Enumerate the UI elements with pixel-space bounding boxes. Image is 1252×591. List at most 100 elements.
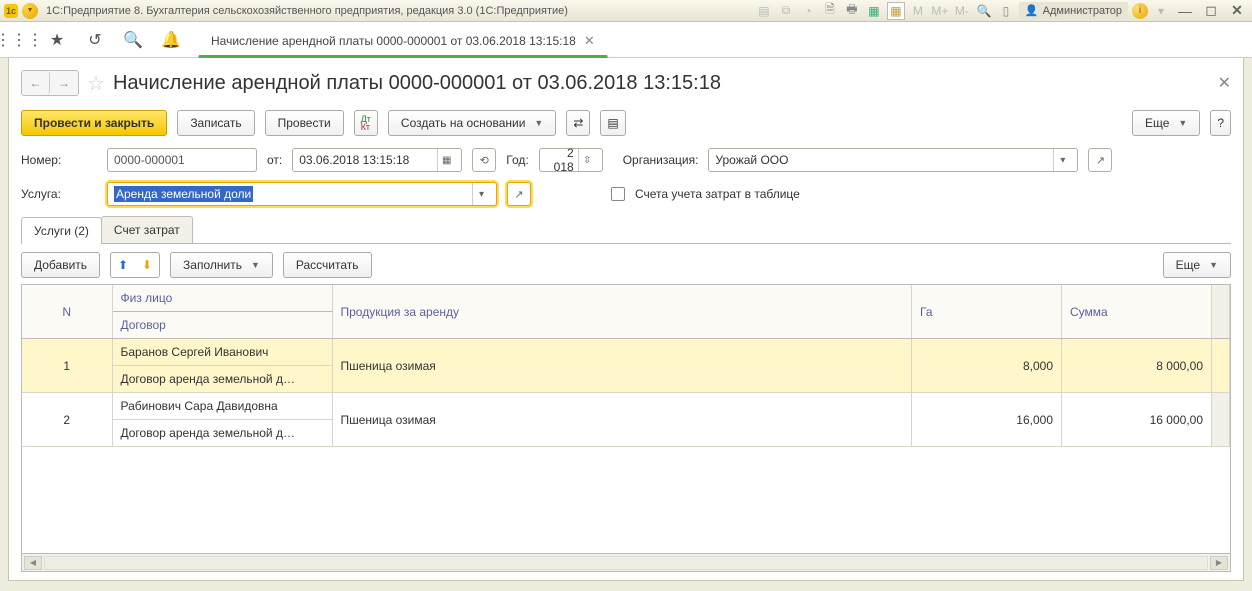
number-value: 0000-000001 [114,153,185,167]
user-icon: 👤 [1025,4,1039,17]
date-link-button[interactable]: ⟲ [472,148,496,172]
table-row[interactable]: 2Рабинович Сара ДавидовнаПшеница озимая1… [22,393,1230,420]
print-icon[interactable]: 🖶 [843,2,861,20]
favorite-star-icon[interactable]: ☆ [87,71,105,96]
chevron-down-icon: ▼ [534,118,543,128]
calendar-icon[interactable]: ▦ [887,2,905,20]
col-prod[interactable]: Продукция за аренду [332,285,912,339]
cost-accounts-checkbox[interactable] [611,187,625,201]
table-more-label: Еще [1176,258,1200,272]
add-button[interactable]: Добавить [21,252,100,278]
m-minus-icon[interactable]: M- [953,2,971,20]
m-plus-icon[interactable]: M+ [931,2,949,20]
cell-sum: 8 000,00 [1062,339,1212,393]
spin-icon[interactable]: ⇳ [578,149,596,171]
window-close[interactable]: ✕ [1226,2,1248,20]
service-open-button[interactable]: ↗ [507,182,531,206]
window-minimize[interactable]: — [1174,2,1196,20]
tab-close-icon[interactable]: ✕ [584,33,595,49]
cell-fiz: Баранов Сергей Иванович [112,339,332,366]
tab-cost-account[interactable]: Счет затрат [101,216,193,243]
scroll-right-icon[interactable]: ▶ [1210,556,1228,570]
main-toolbar: ⋮⋮⋮ ★ ↺ 🔍 🔔 Начисление арендной платы 00… [0,22,1252,58]
titlebar: 1c ▼ 1С:Предприятие 8. Бухгалтерия сельс… [0,0,1252,22]
org-field[interactable]: Урожай ООО ▾ [708,148,1078,172]
chevron-down-icon: ▼ [1178,118,1187,128]
move-down-icon[interactable]: ⬇ [135,253,159,277]
open-tab[interactable]: Начисление арендной платы 0000-000001 от… [198,26,608,58]
horizontal-scrollbar[interactable]: ◀ ▶ [21,554,1231,572]
favorites-icon[interactable]: ★ [46,29,68,51]
chevron-down-icon: ▼ [1209,260,1218,270]
tab-label: Начисление арендной платы 0000-000001 от… [211,34,576,48]
col-sum[interactable]: Сумма [1062,285,1212,339]
info-icon[interactable]: i [1132,3,1148,19]
doc-close-icon[interactable]: ✕ [1218,73,1231,93]
search-icon[interactable]: 🔍 [122,29,144,51]
calc-button[interactable]: Рассчитать [283,252,372,278]
structure-button[interactable]: ⇄ [566,110,590,136]
nav-buttons: ← → [21,70,79,96]
more-label: Еще [1145,116,1169,130]
info-caret-icon[interactable]: ▾ [1152,2,1170,20]
app-logo-icon: 1c [4,4,18,18]
table-more-button[interactable]: Еще ▼ [1163,252,1231,278]
post-close-button[interactable]: Провести и закрыть [21,110,167,136]
cost-accounts-label: Счета учета затрат в таблице [635,187,800,201]
table-row[interactable]: 1Баранов Сергей ИвановичПшеница озимая8,… [22,339,1230,366]
scroll-track[interactable] [44,556,1208,570]
year-field[interactable]: 2 018 ⇳ [539,148,603,172]
zoom-icon[interactable]: 🔍 [975,2,993,20]
create-on-basis-button[interactable]: Создать на основании ▼ [388,110,556,136]
print-preview-icon[interactable]: 🗎 [821,2,839,20]
dtkt-button[interactable]: ДтКт [354,110,378,136]
nav-back[interactable]: ← [22,71,50,95]
col-n[interactable]: N [22,285,112,339]
cell-n: 2 [22,393,112,447]
create-on-basis-label: Создать на основании [401,116,526,130]
col-ga[interactable]: Га [912,285,1062,339]
service-field[interactable]: Аренда земельной доли ▾ [107,182,497,206]
refresh-icon[interactable]: ◔ [799,2,817,20]
scroll-left-icon[interactable]: ◀ [24,556,42,570]
app-title: 1С:Предприятие 8. Бухгалтерия сельскохоз… [46,5,568,17]
apps-icon[interactable]: ⋮⋮⋮ [8,29,30,51]
cell-prod: Пшеница озимая [332,393,912,447]
cell-fiz: Рабинович Сара Давидовна [112,393,332,420]
doc-header: ← → ☆ Начисление арендной платы 0000-000… [21,70,1231,96]
nav-forward[interactable]: → [50,71,78,95]
col-dogovor[interactable]: Договор [112,312,332,339]
calendar-icon[interactable]: ▦ [437,149,455,171]
calc-icon[interactable]: ▦ [865,2,883,20]
panel-icon[interactable]: ▯ [997,2,1015,20]
user-label[interactable]: 👤 Администратор [1019,2,1128,19]
date-field[interactable]: 03.06.2018 13:15:18 ▦ [292,148,462,172]
tabs: Услуги (2) Счет затрат [21,216,1231,244]
org-open-button[interactable]: ↗ [1088,148,1112,172]
fill-button[interactable]: Заполнить ▼ [170,252,273,278]
year-label: Год: [506,153,528,167]
move-up-icon[interactable]: ⬆ [111,253,135,277]
chevron-down-icon[interactable]: ▾ [472,183,490,205]
more-button[interactable]: Еще ▼ [1132,110,1200,136]
date-value: 03.06.2018 13:15:18 [299,153,433,167]
chevron-down-icon: ▼ [251,260,260,270]
write-button[interactable]: Записать [177,110,254,136]
notifications-icon[interactable]: 🔔 [160,29,182,51]
window-maximize[interactable]: ◻ [1200,2,1222,20]
chevron-down-icon[interactable]: ▾ [1053,149,1071,171]
list-button[interactable]: ▤ [600,110,625,136]
col-fiz[interactable]: Физ лицо [112,285,332,312]
help-button[interactable]: ? [1210,110,1231,136]
number-field[interactable]: 0000-000001 [107,148,257,172]
history-icon[interactable]: ↺ [84,29,106,51]
action-bar: Провести и закрыть Записать Провести ДтК… [21,110,1231,136]
service-label: Услуга: [21,187,97,201]
tab-services[interactable]: Услуги (2) [21,217,102,244]
post-button[interactable]: Провести [265,110,344,136]
m-icon[interactable]: M [909,2,927,20]
app-menu-dropdown[interactable]: ▼ [22,3,38,19]
save-icon[interactable]: ▤ [755,2,773,20]
preview-icon[interactable]: ⧉ [777,2,795,20]
move-buttons: ⬆ ⬇ [110,252,160,278]
